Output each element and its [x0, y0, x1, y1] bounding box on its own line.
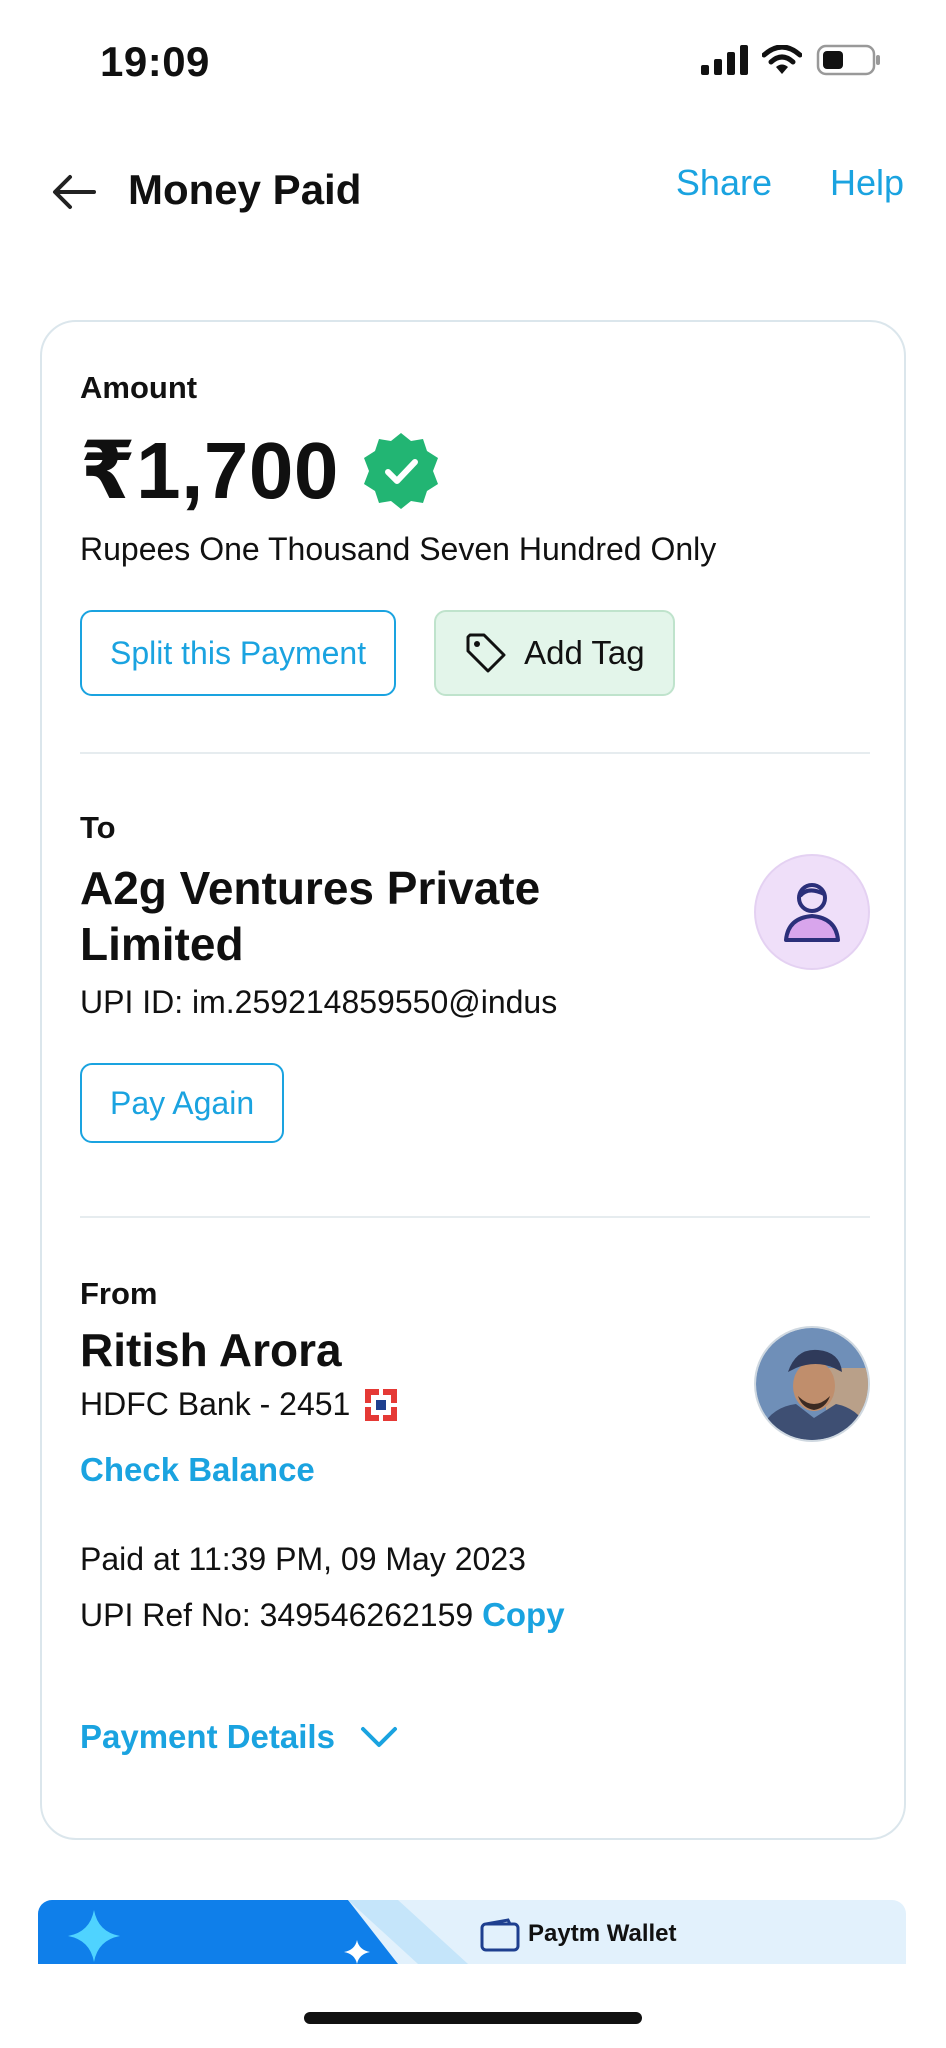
add-tag-label: Add Tag: [524, 634, 645, 671]
status-time: 19:09: [100, 38, 210, 85]
upi-ref-text: UPI Ref No: 349546262159: [80, 1597, 474, 1633]
page-title: Money Paid: [128, 166, 362, 213]
amount-row: ₹1,700: [80, 424, 870, 517]
paid-at-text: Paid at 11:39 PM, 09 May 2023: [80, 1541, 526, 1577]
wallet-icon: [480, 1918, 520, 1952]
sparkle-icon: [68, 1910, 120, 1962]
to-section: To A2g Ventures Private Limited UPI ID: …: [80, 810, 870, 1143]
paytm-wallet-label: Paytm Wallet: [528, 1920, 677, 1947]
profile-photo-icon: [756, 1328, 868, 1440]
amount-in-words: Rupees One Thousand Seven Hundred Only: [80, 531, 717, 567]
tag-icon: [466, 633, 506, 673]
from-section: From Ritish Arora HDFC Bank - 2451 Check…: [80, 1276, 870, 1756]
pay-again-button[interactable]: Pay Again: [80, 1063, 285, 1143]
help-button[interactable]: Help: [830, 162, 904, 204]
split-payment-button[interactable]: Split this Payment: [80, 610, 397, 696]
amount-section: Amount ₹1,700 Rupees One Thousand Seven …: [80, 370, 870, 696]
share-button[interactable]: Share: [676, 162, 772, 204]
to-label: To: [80, 810, 116, 845]
payment-details-toggle[interactable]: Payment Details: [80, 1718, 870, 1756]
chevron-down-icon: [360, 1727, 397, 1747]
status-bar: 19:09: [0, 0, 946, 120]
status-icons: [701, 44, 882, 76]
amount-label: Amount: [80, 370, 198, 405]
payee-avatar: [754, 854, 870, 970]
battery-icon: [816, 44, 880, 76]
amount-value: ₹1,700: [80, 426, 339, 515]
divider: [80, 1216, 870, 1218]
small-sparkle-icon: [344, 1940, 370, 1964]
user-icon: [784, 883, 840, 942]
cellular-signal-icon: [701, 45, 748, 75]
payment-card: Amount ₹1,700 Rupees One Thousand Seven …: [40, 320, 906, 1840]
payer-bank: HDFC Bank - 2451: [80, 1386, 351, 1422]
divider: [80, 752, 870, 754]
copy-button[interactable]: Copy: [482, 1596, 565, 1633]
check-balance-link[interactable]: Check Balance: [80, 1451, 870, 1489]
promo-banner[interactable]: Paytm Wallet: [38, 1900, 906, 1964]
payee-name: A2g Ventures Private Limited: [80, 862, 541, 970]
amount-actions: Split this Payment Add Tag: [80, 610, 870, 696]
payment-details-label: Payment Details: [80, 1718, 335, 1755]
payer-name: Ritish Arora: [80, 1324, 342, 1376]
wifi-icon: [762, 45, 802, 74]
home-indicator[interactable]: [304, 2012, 642, 2024]
add-tag-button[interactable]: Add Tag: [434, 610, 675, 696]
upi-ref-row: UPI Ref No: 349546262159 Copy: [80, 1596, 870, 1634]
back-arrow-icon[interactable]: [46, 164, 102, 220]
payee-upi-id: UPI ID: im.259214859550@indus: [80, 984, 558, 1020]
verified-badge-icon: [363, 432, 438, 509]
from-label: From: [80, 1276, 158, 1311]
split-payment-label: Split this Payment: [110, 634, 367, 671]
header: Money Paid Share Help: [0, 150, 946, 230]
pay-again-label: Pay Again: [110, 1084, 255, 1121]
payer-avatar: [754, 1326, 870, 1442]
hdfc-logo-icon: [364, 1387, 399, 1422]
payer-bank-row: HDFC Bank - 2451: [80, 1386, 870, 1423]
